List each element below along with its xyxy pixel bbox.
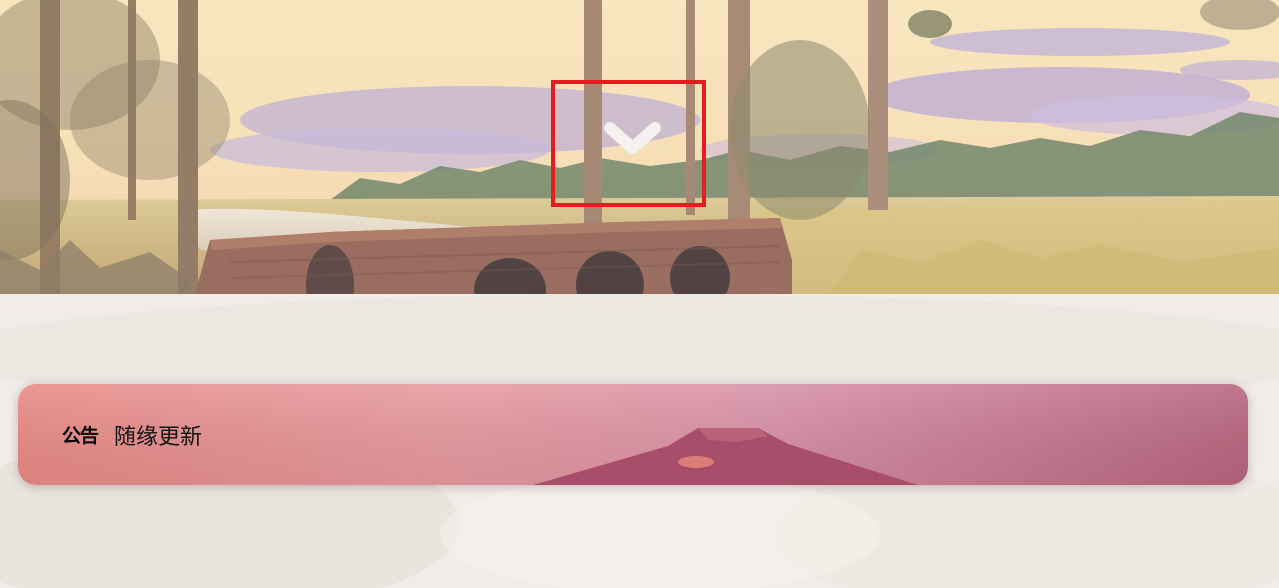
announcement-bar: 公告 随缘更新: [18, 384, 1248, 485]
announcement-content: 公告 随缘更新: [62, 384, 202, 485]
announcement-tag: 公告: [62, 425, 99, 447]
hero-banner: [0, 0, 1279, 294]
scroll-down-button[interactable]: [551, 80, 706, 207]
chevron-down-icon: [604, 122, 661, 154]
mountain-sunset-image: [18, 384, 1248, 485]
announcement-text: 随缘更新: [114, 424, 203, 450]
